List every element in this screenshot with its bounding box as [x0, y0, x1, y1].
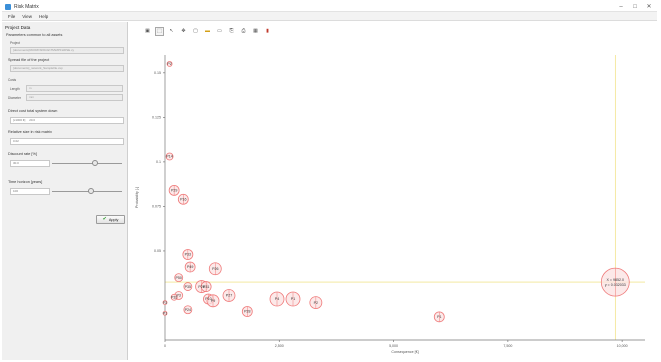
close-button[interactable]: ✕ — [645, 3, 653, 11]
y-tick-label: 0.125 — [152, 116, 161, 120]
zoom-box-icon[interactable]: ▢ — [191, 27, 200, 36]
title-bar: Risk Matrix – □ ✕ — [2, 2, 657, 12]
bubble-label: P31 — [203, 285, 209, 289]
risk-matrix-plot[interactable]: 0 2,500 5,000 7,500 10,000 0.05 0.075 0.1 0.125 0… — [130, 40, 655, 360]
folder-icon[interactable]: ▬ — [203, 27, 212, 36]
pan-icon[interactable]: ✥ — [179, 27, 188, 36]
apply-button[interactable]: ✔ Apply — [96, 215, 125, 224]
y-tick-label: 0.05 — [154, 249, 161, 253]
readout-y: y = 0.032033 — [605, 283, 626, 287]
discount-slider-track[interactable] — [52, 163, 122, 164]
bubble-label: P24 — [185, 308, 191, 312]
diameter-field[interactable]: mm — [26, 94, 123, 101]
horizon-label: Time horizon [years] — [8, 180, 43, 184]
apply-label: Apply — [108, 217, 119, 222]
bubble-label: F3 — [163, 301, 167, 305]
bubble-label: P1 — [291, 297, 295, 301]
y-tick-label: 0.1 — [156, 160, 161, 164]
direct-cost-field[interactable]: [x1000 €] 20.0 — [10, 117, 124, 124]
bubble-label: P14 — [166, 155, 172, 159]
bubble-label: P4 — [275, 297, 279, 301]
x-tick-label: 5,000 — [389, 344, 398, 348]
horizon-field[interactable]: 100 — [10, 188, 50, 195]
grid-icon[interactable]: ▦ — [251, 27, 260, 36]
section-label: Parameters common to all assets — [6, 33, 63, 37]
save-icon[interactable]: ▣ — [143, 27, 152, 36]
app-icon — [5, 4, 11, 10]
readout-x: X = 9852.0 — [607, 278, 625, 282]
bubble-label: P50 — [176, 276, 182, 280]
bubble-label: P27 — [226, 294, 232, 298]
diameter-label: Diameter — [8, 96, 21, 100]
direct-cost-value: 20.0 — [29, 118, 36, 122]
direct-cost-unit: [x1000 €] — [13, 118, 26, 122]
x-axis-label: Consequence [€] — [391, 350, 418, 354]
bubble-label: P2 — [167, 62, 171, 66]
pointer-icon[interactable]: ↖ — [167, 27, 176, 36]
window-controls: – □ ✕ — [617, 3, 653, 11]
bubble-label: P1 — [437, 315, 441, 319]
minimize-button[interactable]: – — [617, 3, 625, 11]
bubble-label: P26 — [212, 267, 218, 271]
bubble-label: P9 — [211, 299, 215, 303]
length-field[interactable]: m — [26, 85, 123, 92]
project-data-panel: Project Data Parameters common to all as… — [2, 22, 128, 360]
project-path-field[interactable]: [documents]\WORKSPACE\TM\MPFHDSE.xy — [10, 47, 124, 54]
x-tick-label: 7,500 — [503, 344, 512, 348]
menu-help[interactable]: Help — [39, 14, 48, 19]
bubble-label: P28 — [244, 310, 250, 314]
discount-field[interactable]: 30.0 — [10, 160, 50, 167]
window-title: Risk Matrix — [14, 4, 39, 10]
bubble-label: P1 — [163, 311, 167, 315]
bubble-label: P33 — [185, 253, 191, 257]
x-tick-label: 10,000 — [617, 344, 628, 348]
direct-cost-label: Direct cost total system down — [8, 109, 58, 113]
x-tick-label: 0 — [164, 344, 166, 348]
relative-size-label: Relative size in risk matrix — [8, 130, 52, 134]
export-icon[interactable]: ⎘ — [227, 27, 236, 36]
maximize-button[interactable]: □ — [631, 3, 639, 11]
panel-title: Project Data — [5, 25, 31, 30]
bubble-label: P2 — [314, 301, 318, 305]
bubble-label: P29 — [171, 189, 177, 193]
menu-file[interactable]: File — [8, 14, 15, 19]
horizon-slider-thumb[interactable] — [87, 188, 94, 194]
relative-size-field[interactable]: 0.02 — [10, 138, 124, 145]
pdf-icon[interactable]: ▮ — [263, 27, 272, 36]
print-icon[interactable]: ⎙ — [239, 27, 248, 36]
y-tick-label: 0.15 — [154, 71, 161, 75]
x-tick-label: 2,500 — [275, 344, 284, 348]
y-tick-label: 0.075 — [152, 205, 161, 209]
select-icon[interactable]: ⬚ — [155, 27, 164, 36]
image-icon[interactable]: ▭ — [215, 27, 224, 36]
discount-slider-thumb[interactable] — [92, 160, 99, 166]
check-icon: ✔ — [102, 216, 107, 222]
bubble-label: P32 — [171, 295, 177, 299]
project-label: Project — [10, 41, 20, 45]
plot-toolbar: ▣ ⬚ ↖ ✥ ▢ ▬ ▭ ⎘ ⎙ ▦ ▮ — [143, 27, 272, 37]
spread-path-field[interactable]: [documents]_network_Samplefile.xsp — [10, 65, 124, 72]
menu-bar: File View Help — [2, 12, 657, 21]
horizon-slider-track[interactable] — [52, 191, 122, 192]
costs-label: Costs — [8, 78, 17, 82]
y-axis-label: Probability [-] — [135, 187, 139, 208]
discount-label: Discount rate [%] — [8, 152, 37, 156]
bubble-label: P49 — [187, 265, 193, 269]
length-label: Length — [10, 87, 20, 91]
spread-label: Spread file of the project — [8, 58, 50, 62]
bubble-label: P35 — [185, 285, 191, 289]
bubble-label: P16 — [180, 197, 186, 201]
menu-view[interactable]: View — [22, 14, 32, 19]
